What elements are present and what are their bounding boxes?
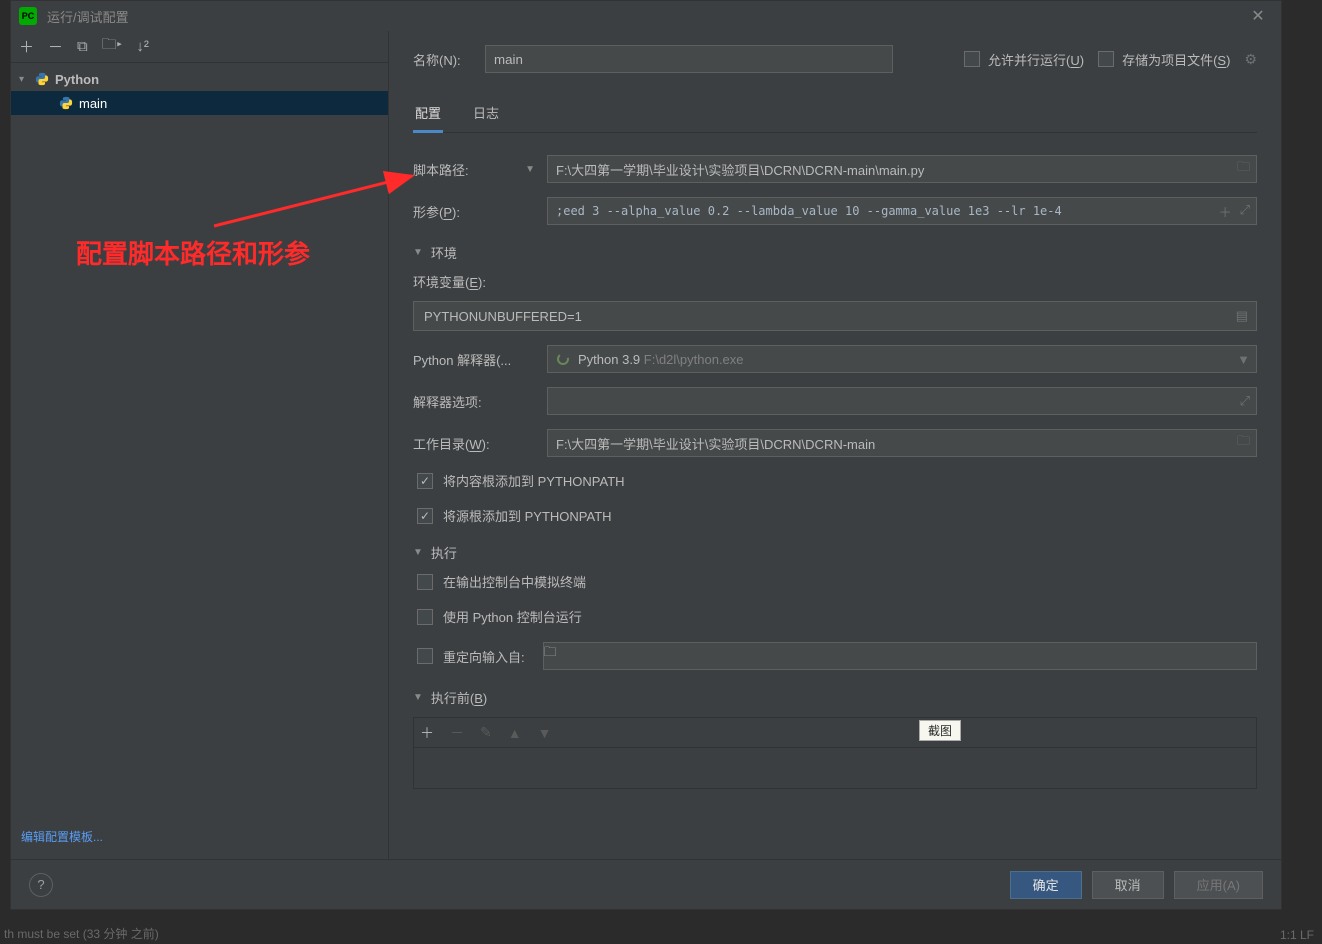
main-panel: 名称(N): 允许并行运行(U) 存储为项目文件(S) ⚙ 配置 日志: [389, 31, 1281, 859]
folder-icon[interactable]: 🗀: [1237, 158, 1250, 180]
store-as-project-checkbox[interactable]: 存储为项目文件(S): [1098, 50, 1230, 69]
tree-node-python[interactable]: ▾ Python: [11, 67, 388, 91]
dialog-body: ＋ － ⧉ 🗀▸ ↓² ▾ Python main 编辑配置模板...: [11, 31, 1281, 859]
chevron-down-icon[interactable]: ▼: [525, 164, 535, 175]
loading-icon: [556, 352, 570, 366]
exec-section[interactable]: ▼ 执行: [413, 543, 1257, 562]
params-label: 形参(P):: [413, 202, 547, 221]
redirect-input-path[interactable]: 🗀: [543, 642, 1257, 670]
tree-node-label: Python: [55, 72, 99, 87]
allow-parallel-checkbox[interactable]: 允许并行运行(U): [964, 50, 1084, 69]
help-icon[interactable]: ?: [29, 873, 53, 897]
interpreter-opts-input[interactable]: ⤢: [547, 387, 1257, 415]
add-content-root-label: 将内容根添加到 PYTHONPATH: [443, 471, 625, 490]
workdir-input[interactable]: F:\大四第一学期\毕业设计\实验项目\DCRN\DCRN-main 🗀: [547, 429, 1257, 457]
python-icon: [35, 72, 49, 86]
before-tasks-list: [413, 747, 1257, 789]
add-icon[interactable]: ＋: [1219, 202, 1232, 221]
config-tree: ▾ Python main: [11, 63, 388, 820]
tree-item-label: main: [79, 96, 107, 111]
titlebar: PC 运行/调试配置 ✕: [11, 1, 1281, 31]
close-icon[interactable]: ✕: [1243, 6, 1273, 26]
window-title: 运行/调试配置: [47, 7, 1243, 26]
chevron-down-icon: ▼: [413, 692, 423, 703]
redirect-input-label: 重定向输入自:: [443, 647, 525, 666]
python-console-label: 使用 Python 控制台运行: [443, 607, 582, 626]
name-label: 名称(N):: [413, 50, 471, 69]
checkbox-icon: [964, 51, 980, 67]
add-source-root-checkbox[interactable]: [417, 508, 433, 524]
copy-config-icon[interactable]: ⧉: [77, 38, 88, 55]
python-console-checkbox[interactable]: [417, 609, 433, 625]
remove-task-icon[interactable]: －: [450, 723, 464, 743]
interpreter-select[interactable]: Python 3.9 F:\d2l\python.exe ▼: [547, 345, 1257, 373]
allow-parallel-label: 允许并行运行(U): [988, 50, 1084, 69]
emulate-terminal-checkbox[interactable]: [417, 574, 433, 590]
workdir-label: 工作目录(W):: [413, 434, 547, 453]
edit-task-icon[interactable]: ✎: [480, 724, 492, 741]
folder-icon[interactable]: 🗀: [1237, 432, 1250, 454]
status-right: 1:1 LF: [1272, 926, 1322, 944]
add-task-icon[interactable]: ＋: [420, 723, 434, 743]
before-section[interactable]: ▼ 执行前(B): [413, 688, 1257, 707]
tooltip: 截图: [919, 720, 961, 741]
add-content-root-checkbox[interactable]: [417, 473, 433, 489]
pycharm-logo-icon: PC: [19, 7, 37, 25]
run-config-dialog: PC 运行/调试配置 ✕ ＋ － ⧉ 🗀▸ ↓² ▾ Python main: [10, 0, 1282, 910]
python-icon: [59, 96, 73, 110]
env-vars-input[interactable]: PYTHONUNBUFFERED=1 ▤: [413, 301, 1257, 331]
expand-icon[interactable]: ⤢: [1240, 393, 1250, 409]
tree-item-main[interactable]: main: [11, 91, 388, 115]
emulate-terminal-label: 在输出控制台中模拟终端: [443, 572, 586, 591]
gear-icon[interactable]: ⚙: [1244, 51, 1257, 68]
chevron-down-icon[interactable]: ▼: [1237, 352, 1250, 367]
chevron-down-icon: ▾: [19, 74, 29, 85]
list-icon[interactable]: ▤: [1236, 308, 1248, 323]
env-vars-label: 环境变量(E):: [413, 272, 1257, 291]
expand-icon[interactable]: ⤢: [1240, 202, 1250, 221]
tab-logs[interactable]: 日志: [471, 99, 501, 132]
cancel-button[interactable]: 取消: [1092, 871, 1164, 899]
params-input[interactable]: ;eed 3 --alpha_value 0.2 --lambda_value …: [547, 197, 1257, 225]
status-left: th must be set (33 分钟 之前): [0, 923, 163, 944]
name-input[interactable]: [485, 45, 893, 73]
tabs: 配置 日志: [413, 99, 1257, 133]
tab-config[interactable]: 配置: [413, 99, 443, 132]
checkbox-icon: [1098, 51, 1114, 67]
folder-icon[interactable]: 🗀▸: [102, 34, 123, 59]
redirect-input-checkbox[interactable]: [417, 648, 433, 664]
sidebar-toolbar: ＋ － ⧉ 🗀▸ ↓²: [11, 31, 388, 63]
bottom-bar: ? 确定 取消 应用(A): [11, 859, 1281, 909]
script-path-label: 脚本路径:▼: [413, 160, 547, 179]
add-config-icon[interactable]: ＋: [19, 36, 34, 57]
ok-button[interactable]: 确定: [1010, 871, 1082, 899]
chevron-down-icon: ▼: [413, 547, 423, 558]
apply-button[interactable]: 应用(A): [1174, 871, 1263, 899]
chevron-down-icon: ▼: [413, 247, 423, 258]
edit-templates-link[interactable]: 编辑配置模板...: [21, 830, 103, 844]
sort-icon[interactable]: ↓²: [136, 38, 149, 55]
interpreter-opts-label: 解释器选项:: [413, 392, 547, 411]
add-source-root-label: 将源根添加到 PYTHONPATH: [443, 506, 612, 525]
config-form: 脚本路径:▼ F:\大四第一学期\毕业设计\实验项目\DCRN\DCRN-mai…: [413, 155, 1257, 859]
interpreter-label: Python 解释器(...: [413, 350, 547, 369]
before-toolbar: ＋ － ✎ ▲ ▼: [413, 717, 1257, 747]
move-down-icon[interactable]: ▼: [538, 725, 552, 741]
folder-icon[interactable]: 🗀: [544, 644, 557, 659]
remove-config-icon[interactable]: －: [48, 36, 63, 57]
store-as-project-label: 存储为项目文件(S): [1122, 50, 1230, 69]
sidebar: ＋ － ⧉ 🗀▸ ↓² ▾ Python main 编辑配置模板...: [11, 31, 389, 859]
script-path-input[interactable]: F:\大四第一学期\毕业设计\实验项目\DCRN\DCRN-main\main.…: [547, 155, 1257, 183]
move-up-icon[interactable]: ▲: [508, 725, 522, 741]
env-section[interactable]: ▼ 环境: [413, 243, 1257, 262]
